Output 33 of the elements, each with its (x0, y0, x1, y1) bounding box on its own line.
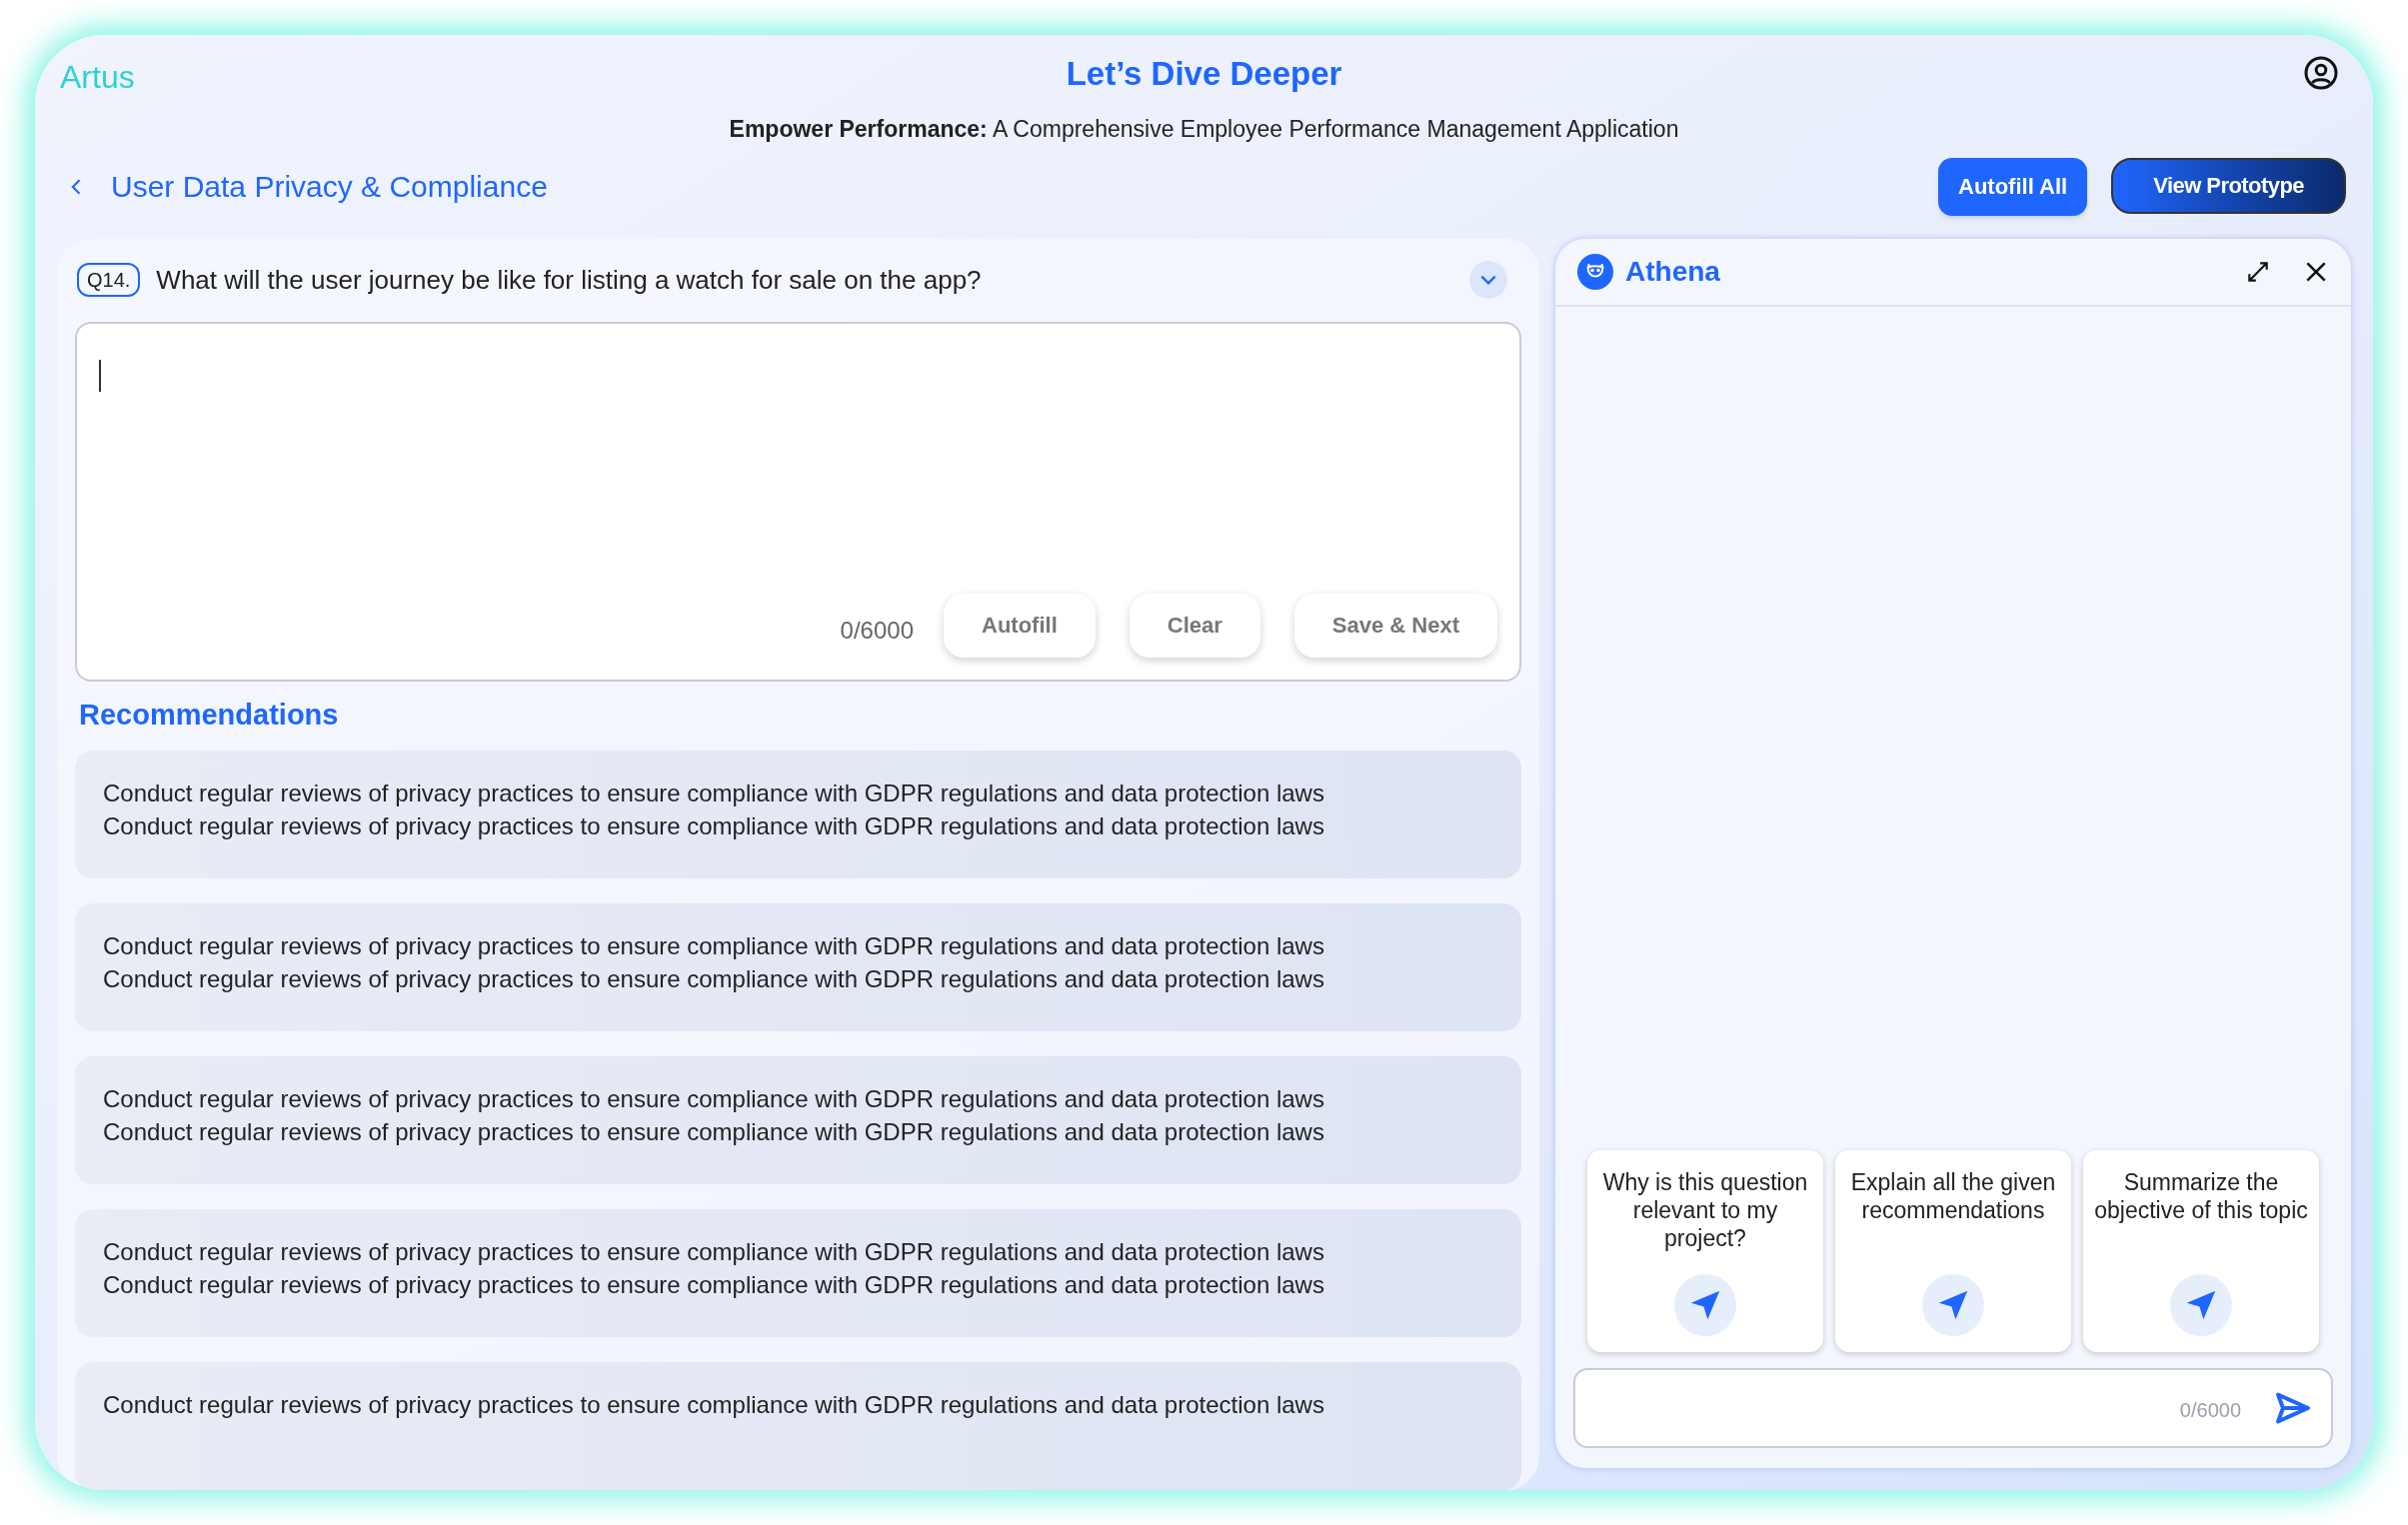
recommendation-text: Conduct regular reviews of privacy practices to ensure compliance with GDPR regulations and data protection laws (103, 811, 1325, 841)
recommendation-text: Conduct regular reviews of privacy practices to ensure compliance with GDPR regulations and data protection laws (103, 1390, 1325, 1420)
page-title: Let’s Dive Deeper (1066, 54, 1342, 95)
question-text: What will the user journey be like for listing a watch for sale on the app? (156, 263, 982, 297)
view-prototype-button[interactable]: View Prototype (2111, 157, 2346, 214)
suggestion-card[interactable]: Summarize the objective of this topic (2083, 1150, 2319, 1352)
autofill-all-button[interactable]: Autofill All (1938, 157, 2088, 216)
answer-action-button[interactable]: Autofill (944, 593, 1096, 658)
project-subtitle: Empower Performance: A Comprehensive Employee Performance Management Application (729, 115, 1679, 144)
user-icon[interactable] (2303, 55, 2339, 91)
recommendation-text: Conduct regular reviews of privacy practices to ensure compliance with GDPR regulations and data protection laws (103, 931, 1325, 961)
recommendation-text: Conduct regular reviews of privacy practices to ensure compliance with GDPR regulations and data protection laws (103, 778, 1325, 808)
recommendation-card[interactable]: Conduct regular reviews of privacy practices to ensure compliance with GDPR regulations and data protection laws (75, 1362, 1521, 1490)
assistant-title: Athena (1625, 254, 1720, 289)
answer-field[interactable]: 0/6000 Autofill Clear Save & Next (75, 321, 1521, 682)
owl-icon (1577, 253, 1613, 290)
recommendation-text: Conduct regular reviews of privacy practices to ensure compliance with GDPR regulations and data protection laws (103, 1270, 1325, 1300)
back-link[interactable]: User Data Privacy & Compliance (67, 164, 548, 209)
character-counter: 0/6000 (840, 615, 914, 646)
chat-character-counter: 0/6000 (2179, 1398, 2241, 1423)
recommendation-text: Conduct regular reviews of privacy practices to ensure compliance with GDPR regulations and data protection laws (103, 1237, 1325, 1267)
recommendation-card[interactable] (75, 751, 1521, 878)
recommendation-text: Conduct regular reviews of privacy practices to ensure compliance with GDPR regulations and data protection laws (103, 1084, 1325, 1114)
question-number: Q14. (77, 263, 141, 297)
suggestion-card[interactable]: Why is this question relevant to my project? (1587, 1150, 1823, 1352)
recommendations-heading: Recommendations (79, 697, 340, 733)
answer-action-button[interactable]: Save & Next (1293, 593, 1497, 658)
answer-action-button[interactable]: Clear (1129, 593, 1260, 658)
logo: Artus (60, 58, 135, 97)
recommendation-text: Conduct regular reviews of privacy practices to ensure compliance with GDPR regulations and data protection laws (103, 1117, 1325, 1147)
suggestion-card[interactable]: Explain all the given recommendations (1835, 1150, 2071, 1352)
collapse-toggle[interactable] (1469, 261, 1507, 299)
recommendation-text: Conduct regular reviews of privacy practices to ensure compliance with GDPR regulations and data protection laws (103, 964, 1325, 994)
